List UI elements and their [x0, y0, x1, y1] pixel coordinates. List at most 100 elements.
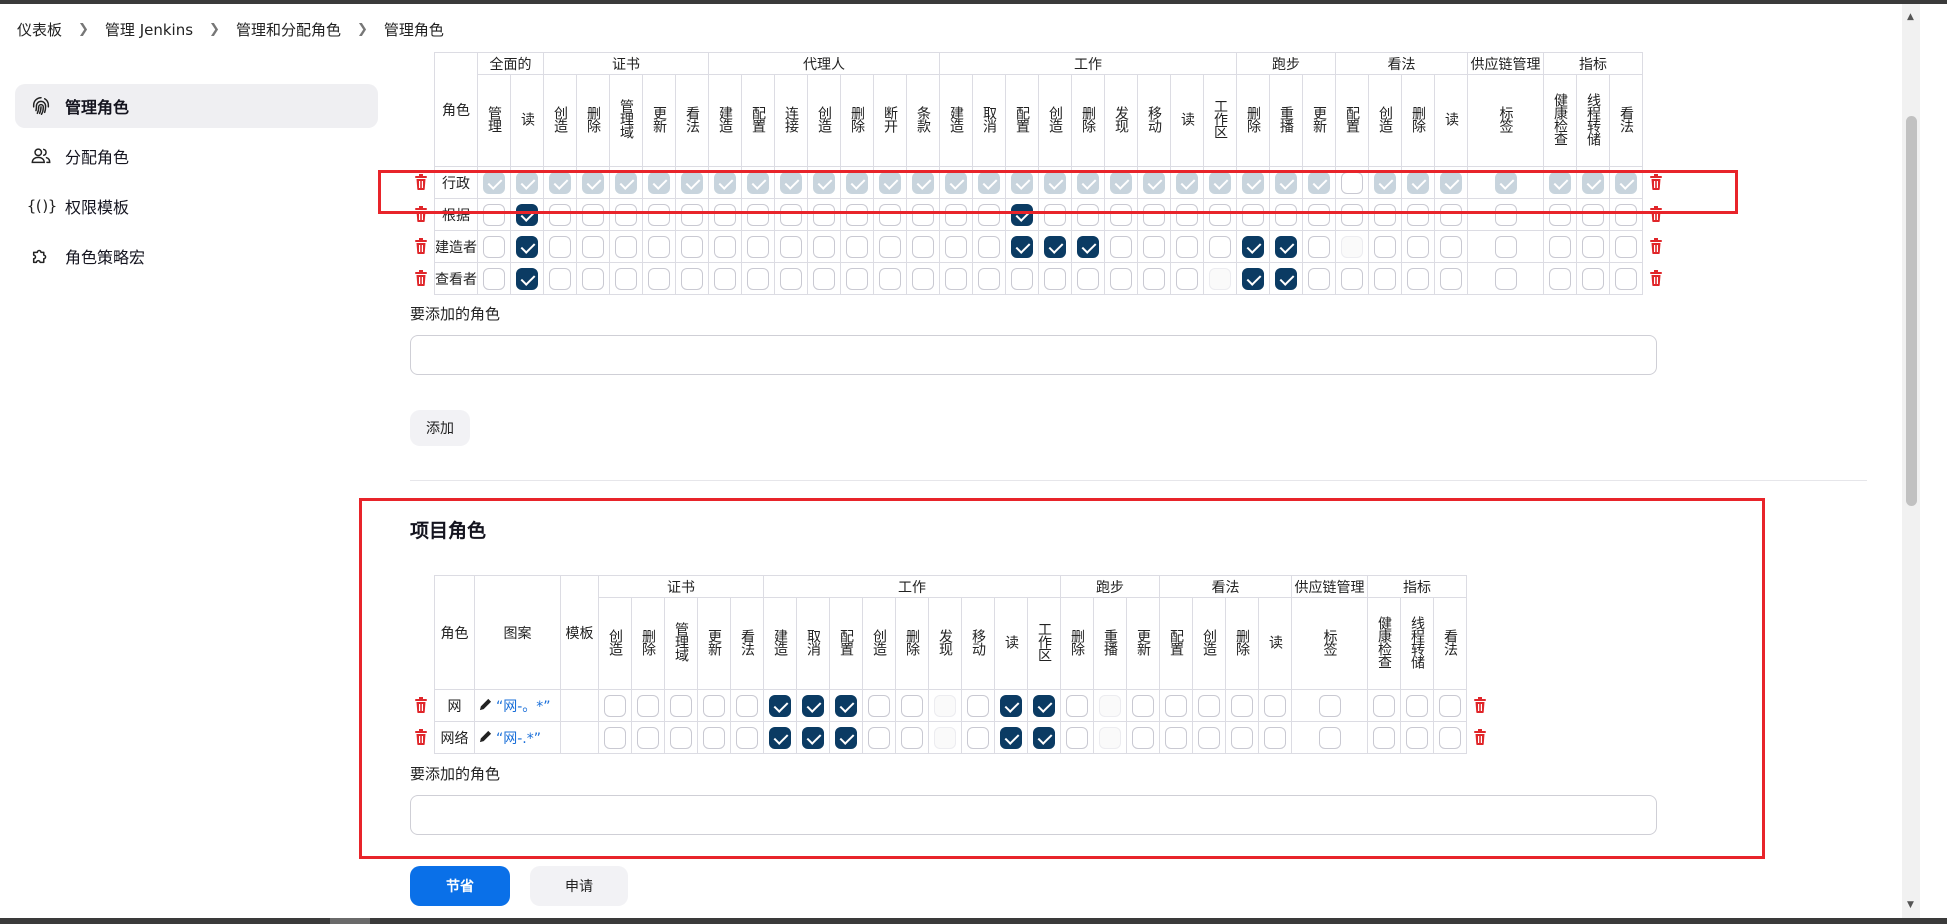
permission-checkbox[interactable] — [813, 267, 835, 290]
permission-checkbox[interactable] — [1143, 235, 1165, 258]
permission-checkbox[interactable] — [945, 235, 967, 258]
permission-checkbox[interactable] — [648, 235, 670, 258]
permission-checkbox[interactable] — [846, 267, 868, 290]
permission-checkbox[interactable] — [1440, 267, 1462, 290]
permission-checkbox[interactable] — [714, 235, 736, 258]
permission-checkbox[interactable] — [1582, 235, 1604, 258]
scroll-up-icon[interactable]: ▲ — [1907, 12, 1914, 22]
trash-icon[interactable] — [414, 269, 432, 290]
permission-checkbox[interactable] — [582, 235, 604, 258]
permission-checkbox[interactable] — [1374, 267, 1396, 290]
sidebar-item-label: 角色策略宏 — [65, 248, 146, 267]
permission-checkbox[interactable] — [747, 267, 769, 290]
scroll-down-icon[interactable]: ▼ — [1907, 900, 1914, 910]
permission-checkbox[interactable] — [1549, 267, 1571, 290]
permission-checkbox[interactable] — [1242, 235, 1264, 258]
permission-checkbox[interactable] — [516, 267, 538, 290]
permission-checkbox[interactable] — [1209, 235, 1231, 258]
permission-checkbox[interactable] — [1110, 235, 1132, 258]
trash-icon[interactable] — [414, 237, 432, 258]
permission-checkbox[interactable] — [1494, 267, 1517, 290]
sidebar-item-manage-roles[interactable]: 管理角色 — [15, 84, 378, 128]
permission-checkbox[interactable] — [1011, 267, 1033, 290]
add-global-role-input[interactable] — [410, 335, 1657, 375]
permission-checkbox[interactable] — [813, 235, 835, 258]
scrollbar-thumb[interactable] — [1906, 116, 1917, 506]
permission-checkbox[interactable] — [1275, 235, 1297, 258]
permission-checkbox[interactable] — [1582, 267, 1604, 290]
permission-checkbox[interactable] — [483, 267, 505, 290]
sidebar-item-role-strategy-macros[interactable]: 角色策略宏 — [15, 234, 378, 278]
permission-checkbox[interactable] — [1209, 267, 1231, 290]
apply-button[interactable]: 申请 — [530, 866, 628, 906]
permission-checkbox[interactable] — [648, 267, 670, 290]
trash-icon[interactable] — [1649, 269, 1667, 290]
permission-checkbox[interactable] — [483, 235, 505, 258]
permission-checkbox[interactable] — [1407, 235, 1429, 258]
permission-checkbox[interactable] — [945, 267, 967, 290]
save-button[interactable]: 节省 — [410, 866, 510, 906]
sidebar-item-permission-templates[interactable]: {()} 权限模板 — [15, 184, 378, 228]
permission-checkbox[interactable] — [1176, 235, 1198, 258]
breadcrumb-manage-assign-roles[interactable]: 管理和分配角色 — [236, 19, 341, 40]
permission-checkbox[interactable] — [1494, 235, 1517, 258]
permission-checkbox[interactable] — [912, 267, 934, 290]
sidebar-item-assign-roles[interactable]: 分配角色 — [15, 134, 378, 178]
permission-cell — [873, 262, 907, 295]
permission-label: 读 — [1443, 112, 1459, 125]
horizontal-scroll-thumb[interactable] — [330, 918, 370, 924]
permission-checkbox[interactable] — [1341, 267, 1363, 290]
permission-checkbox[interactable] — [780, 267, 802, 290]
permission-checkbox[interactable] — [1011, 235, 1033, 258]
permission-column-header: 工作区 — [1203, 74, 1237, 167]
permission-checkbox[interactable] — [1549, 235, 1571, 258]
permission-checkbox[interactable] — [879, 235, 901, 258]
permission-checkbox[interactable] — [978, 267, 1000, 290]
permission-checkbox[interactable] — [1110, 267, 1132, 290]
permission-checkbox[interactable] — [912, 235, 934, 258]
permission-checkbox[interactable] — [681, 267, 703, 290]
permission-label: 看法 — [1618, 105, 1634, 132]
permission-checkbox[interactable] — [615, 267, 637, 290]
permission-checkbox[interactable] — [846, 235, 868, 258]
permission-checkbox[interactable] — [1440, 235, 1462, 258]
permission-checkbox[interactable] — [1275, 267, 1297, 290]
permission-checkbox[interactable] — [1615, 235, 1637, 258]
breadcrumb-manage-roles[interactable]: 管理角色 — [384, 19, 444, 40]
permission-checkbox[interactable] — [879, 267, 901, 290]
permission-checkbox[interactable] — [1308, 235, 1330, 258]
permission-checkbox[interactable] — [1341, 235, 1363, 258]
permission-checkbox[interactable] — [582, 267, 604, 290]
permission-checkbox[interactable] — [714, 267, 736, 290]
permission-checkbox[interactable] — [780, 235, 802, 258]
permission-checkbox[interactable] — [1407, 267, 1429, 290]
permission-checkbox[interactable] — [681, 235, 703, 258]
permission-label: 建造 — [948, 105, 964, 132]
permission-checkbox[interactable] — [1077, 235, 1099, 258]
permission-checkbox[interactable] — [615, 235, 637, 258]
permission-checkbox[interactable] — [1615, 267, 1637, 290]
permission-cell — [1467, 230, 1544, 263]
permission-checkbox[interactable] — [549, 235, 571, 258]
permission-checkbox[interactable] — [1242, 267, 1264, 290]
permission-checkbox[interactable] — [978, 235, 1000, 258]
permission-group-header: 供应链管理 — [1467, 52, 1544, 75]
trash-icon[interactable] — [1649, 237, 1667, 258]
permission-column-header: 删除 — [576, 74, 610, 167]
permission-checkbox[interactable] — [1044, 235, 1066, 258]
vertical-scrollbar[interactable]: ▲ ▼ — [1902, 4, 1920, 918]
permission-checkbox[interactable] — [747, 235, 769, 258]
permission-checkbox[interactable] — [1143, 267, 1165, 290]
permission-checkbox[interactable] — [549, 267, 571, 290]
breadcrumb-manage-jenkins[interactable]: 管理 Jenkins — [105, 19, 193, 40]
permission-checkbox[interactable] — [1077, 267, 1099, 290]
add-role-button[interactable]: 添加 — [410, 410, 470, 446]
permission-cell — [1236, 230, 1270, 263]
permission-checkbox[interactable] — [1176, 267, 1198, 290]
permission-checkbox[interactable] — [1374, 235, 1396, 258]
breadcrumb-dashboard[interactable]: 仪表板 — [17, 19, 62, 40]
permission-checkbox[interactable] — [516, 235, 538, 258]
permission-cell — [906, 230, 940, 263]
permission-checkbox[interactable] — [1308, 267, 1330, 290]
permission-checkbox[interactable] — [1044, 267, 1066, 290]
